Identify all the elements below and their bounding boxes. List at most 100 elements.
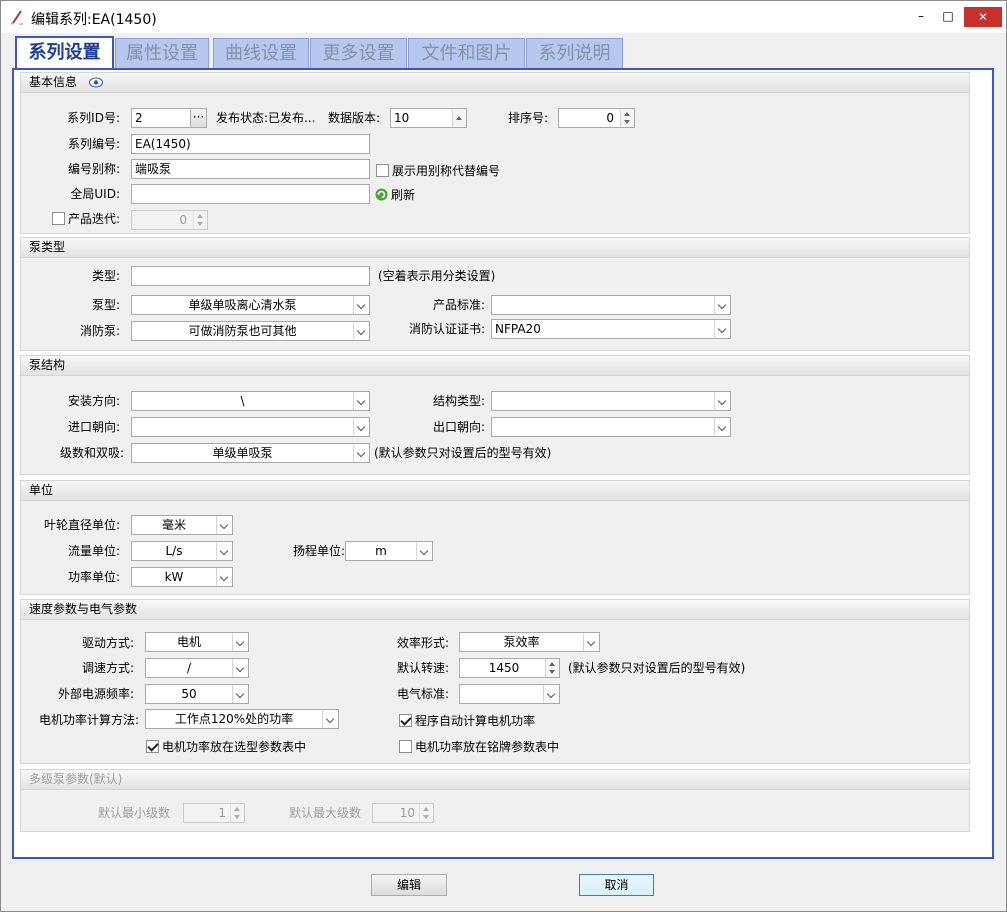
cancel-button[interactable]: 取消: [579, 874, 654, 896]
close-button[interactable]: ✕: [964, 7, 1002, 27]
series-id-label: 系列ID号:: [67, 111, 120, 125]
struct-select[interactable]: [491, 391, 731, 411]
chevron-down-icon[interactable]: [714, 392, 730, 410]
chevron-down-icon[interactable]: [216, 542, 232, 560]
group-header: 多级泵参数(默认): [21, 770, 969, 790]
diameter-unit-label: 叶轮直径单位:: [43, 518, 120, 532]
head-unit-select[interactable]: m: [345, 541, 433, 561]
type-hint: (空着表示用分类设置): [378, 269, 496, 283]
max-stage-input: 10: [372, 803, 434, 823]
alias-label: 编号别称:: [67, 162, 120, 176]
mount-select[interactable]: \: [131, 391, 370, 411]
group-basic-info: 基本信息 系列ID号: 2 ··· 发布状态:已发布... 数据版本: 10 排…: [20, 72, 970, 234]
chevron-down-icon[interactable]: [583, 633, 599, 651]
chevron-down-icon[interactable]: [353, 444, 369, 462]
chevron-down-icon[interactable]: [216, 516, 232, 534]
group-header: 泵结构: [21, 356, 969, 376]
chevron-down-icon[interactable]: [714, 296, 730, 314]
group-units: 单位 叶轮直径单位: 毫米 流量单位: L/s 扬程单位: m 功率单位: kW: [20, 480, 970, 595]
spin-up-icon[interactable]: [452, 109, 466, 127]
fire-label: 消防泵:: [79, 324, 120, 338]
publish-status: 发布状态:已发布...: [216, 111, 316, 125]
group-header: 泵类型: [21, 238, 969, 258]
alias-checkbox[interactable]: [376, 164, 389, 177]
cert-select[interactable]: NFPA20: [491, 319, 731, 339]
flow-unit-select[interactable]: L/s: [131, 541, 233, 561]
alias-check-label: 展示用别称代替编号: [392, 164, 501, 178]
drive-label: 驱动方式:: [81, 636, 134, 650]
type-input[interactable]: [131, 266, 370, 286]
browse-button[interactable]: ···: [190, 108, 207, 128]
iteration-label: 产品迭代:: [68, 212, 121, 226]
tab-files-images[interactable]: 文件和图片: [408, 38, 525, 69]
rpm-input[interactable]: 1450: [459, 658, 560, 678]
elec-label: 电气标准:: [396, 687, 449, 701]
chevron-down-icon[interactable]: [714, 418, 730, 436]
tab-series-description[interactable]: 系列说明: [526, 38, 623, 69]
outlet-select[interactable]: [491, 417, 731, 437]
title-bar: 编辑系列:EA(1450) – □ ✕: [1, 1, 1006, 33]
eye-icon[interactable]: [89, 77, 103, 88]
rpm-hint: (默认参数只对设置后的型号有效): [568, 661, 746, 675]
code-input[interactable]: EA(1450): [131, 134, 370, 154]
freq-select[interactable]: 50: [145, 684, 249, 704]
chevron-down-icon[interactable]: [232, 659, 248, 677]
stage-select[interactable]: 单级单吸泵: [131, 443, 370, 463]
chevron-down-icon[interactable]: [322, 710, 338, 728]
chevron-down-icon[interactable]: [216, 568, 232, 586]
pump-label: 泵型:: [91, 298, 120, 312]
regulate-select[interactable]: /: [145, 658, 249, 678]
head-unit-label: 扬程单位:: [292, 544, 345, 558]
iteration-checkbox[interactable]: [52, 212, 65, 225]
sort-label: 排序号:: [508, 111, 549, 125]
elec-select[interactable]: [459, 684, 560, 704]
auto-calc-checkbox[interactable]: [399, 714, 412, 727]
alias-input[interactable]: 端吸泵: [131, 159, 370, 179]
tab-attribute-settings[interactable]: 属性设置: [115, 38, 209, 69]
tab-curve-settings[interactable]: 曲线设置: [213, 38, 309, 69]
uid-input[interactable]: [131, 184, 370, 204]
eff-label: 效率形式:: [396, 636, 449, 650]
selection-table-label: 电机功率放在选型参数表中: [162, 740, 307, 754]
chevron-down-icon[interactable]: [232, 633, 248, 651]
inlet-select[interactable]: [131, 417, 370, 437]
maximize-button[interactable]: □: [933, 1, 963, 33]
iteration-input: 0: [131, 210, 208, 230]
tab-more-settings[interactable]: 更多设置: [310, 38, 407, 69]
code-label: 系列编号:: [67, 137, 120, 151]
data-version-input[interactable]: 10: [390, 108, 467, 128]
spinner-icon[interactable]: [620, 109, 634, 127]
spinner-icon[interactable]: [545, 659, 559, 677]
chevron-down-icon[interactable]: [714, 320, 730, 338]
chevron-down-icon[interactable]: [416, 542, 432, 560]
nameplate-checkbox[interactable]: [399, 740, 412, 753]
mount-label: 安装方向:: [67, 394, 120, 408]
min-stage-input: 1: [183, 803, 245, 823]
fire-select[interactable]: 可做消防泵也可其他: [131, 321, 370, 341]
struct-label: 结构类型:: [432, 394, 485, 408]
tab-series-settings[interactable]: 系列设置: [15, 36, 114, 69]
cert-label: 消防认证证书:: [408, 322, 485, 336]
power-unit-label: 功率单位:: [67, 570, 120, 584]
group-header: 单位: [21, 481, 969, 501]
max-stage-label: 默认最大级数: [289, 806, 362, 820]
standard-select[interactable]: [491, 295, 731, 315]
sort-input[interactable]: 0: [558, 108, 635, 128]
minimize-button[interactable]: –: [906, 1, 936, 33]
diameter-unit-select[interactable]: 毫米: [131, 515, 233, 535]
refresh-link[interactable]: 刷新: [391, 185, 415, 205]
min-stage-label: 默认最小级数: [98, 806, 171, 820]
chevron-down-icon[interactable]: [232, 685, 248, 703]
drive-select[interactable]: 电机: [145, 632, 249, 652]
edit-button[interactable]: 编辑: [371, 874, 447, 896]
selection-table-checkbox[interactable]: [146, 740, 159, 753]
pump-select[interactable]: 单级单吸离心清水泵: [131, 295, 370, 315]
power-unit-select[interactable]: kW: [131, 567, 233, 587]
chevron-down-icon[interactable]: [543, 685, 559, 703]
rpm-label: 默认转速:: [396, 661, 449, 675]
refresh-icon[interactable]: [375, 188, 388, 201]
outlet-label: 出口朝向:: [432, 420, 485, 434]
eff-select[interactable]: 泵效率: [459, 632, 600, 652]
method-select[interactable]: 工作点120%处的功率: [145, 709, 339, 729]
series-id-input[interactable]: 2: [131, 108, 191, 128]
